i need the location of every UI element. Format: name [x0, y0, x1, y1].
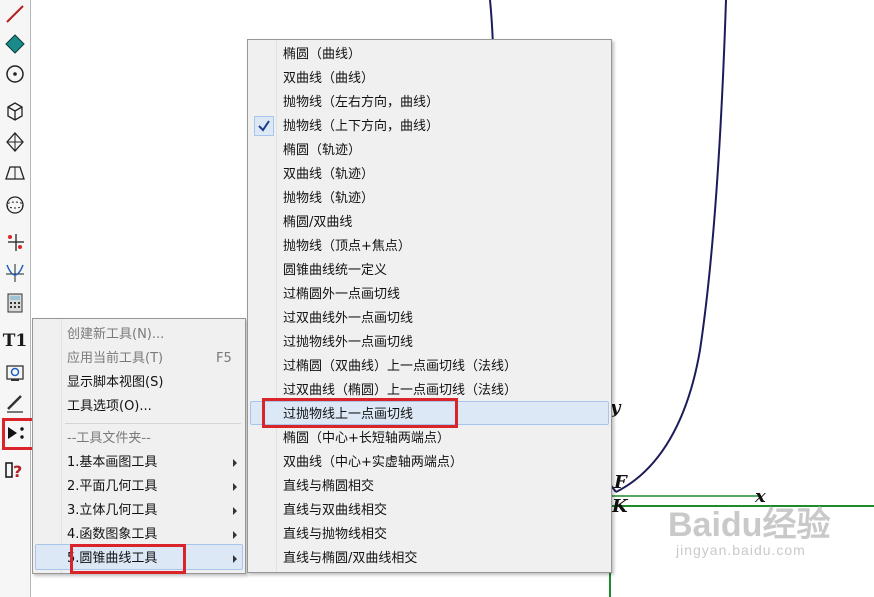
- menu-separator: [65, 423, 241, 424]
- conic-item-ellipse-hyperbola[interactable]: 椭圆/双曲线: [283, 211, 352, 235]
- parabola-tangent-highlight-box: [262, 398, 458, 428]
- menu-item-apply-tool-shortcut: F5: [216, 351, 232, 366]
- conic-item-parabola-external-tangent[interactable]: 过抛物线外一点画切线: [283, 331, 413, 355]
- left-toolbar: T1 ?: [0, 0, 31, 597]
- prism-tool-icon[interactable]: [3, 161, 27, 185]
- watermark-sub: jingyan.baidu.com: [676, 542, 806, 558]
- cube-tool-icon[interactable]: [3, 99, 27, 123]
- conic-item-parabola-locus[interactable]: 抛物线（轨迹）: [283, 187, 374, 211]
- parabola-right-branch: [615, 0, 727, 493]
- menu-item-tool-options[interactable]: 工具选项(O)...: [67, 395, 152, 419]
- conic-item-parabola-vertical[interactable]: 抛物线（上下方向，曲线）: [283, 115, 439, 139]
- menu-item-create-tool[interactable]: 创建新工具(N)...: [67, 323, 164, 347]
- conic-item-line-parabola-intersect[interactable]: 直线与抛物线相交: [283, 523, 387, 547]
- conic-item-hyperbola-locus[interactable]: 双曲线（轨迹）: [283, 163, 374, 187]
- custom-tool-menu: 创建新工具(N)... 应用当前工具(T) F5 显示脚本视图(S) 工具选项(…: [32, 318, 246, 574]
- chevron-right-icon: [233, 507, 237, 515]
- watermark-main: Baidu经验: [668, 506, 831, 544]
- focus-label: F: [614, 472, 627, 493]
- media-tool-icon[interactable]: [3, 360, 27, 384]
- sphere-tool-icon[interactable]: [3, 193, 27, 217]
- checkmark-icon: [254, 116, 274, 136]
- conic-item-ellipse-locus[interactable]: 椭圆（轨迹）: [283, 139, 361, 163]
- conic-item-parabola-vertex-focus[interactable]: 抛物线（顶点+焦点）: [283, 235, 411, 259]
- baidu-watermark: Baidu经验 jingyan.baidu.com: [668, 508, 830, 558]
- coordinate-tool-icon[interactable]: [3, 230, 27, 254]
- menu-gutter: [61, 319, 62, 573]
- circle-tool-icon[interactable]: [3, 62, 27, 86]
- x-axis-label: x: [755, 486, 766, 507]
- conic-item-ellipse-curve[interactable]: 椭圆（曲线）: [283, 43, 361, 67]
- conic-item-hyperbola-curve[interactable]: 双曲线（曲线）: [283, 67, 374, 91]
- menu-item-show-script-view[interactable]: 显示脚本视图(S): [67, 371, 163, 395]
- chevron-right-icon: [233, 555, 237, 563]
- conic-item-hyperbola-center-axes[interactable]: 双曲线（中心+实虚轴两端点）: [283, 451, 463, 475]
- point-tool-icon[interactable]: [3, 32, 27, 56]
- menu-gutter: [276, 40, 277, 572]
- chevron-right-icon: [233, 459, 237, 467]
- conic-tools-menu: 椭圆（曲线） 双曲线（曲线） 抛物线（左右方向，曲线） 抛物线（上下方向，曲线）…: [247, 39, 612, 573]
- conic-item-line-ellipse-intersect[interactable]: 直线与椭圆相交: [283, 475, 374, 499]
- calculator-icon[interactable]: [3, 291, 27, 315]
- conic-item-unified-definition[interactable]: 圆锥曲线统一定义: [283, 259, 387, 283]
- help-label: ?: [13, 462, 22, 481]
- line-tool-icon[interactable]: [3, 2, 27, 26]
- conic-item-hyperbola-external-tangent[interactable]: 过双曲线外一点画切线: [283, 307, 413, 331]
- conic-folder-highlight-box: [70, 544, 186, 574]
- conic-item-line-ellipse-hyperbola-intersect[interactable]: 直线与椭圆/双曲线相交: [283, 547, 417, 571]
- help-icon[interactable]: ?: [3, 458, 27, 482]
- text-tool-icon[interactable]: T1: [3, 329, 27, 353]
- conic-item-ellipse-external-tangent[interactable]: 过椭圆外一点画切线: [283, 283, 400, 307]
- tool-folder-header: --工具文件夹--: [67, 431, 151, 446]
- folder-item-plane-geometry[interactable]: 2.平面几何工具: [67, 475, 157, 499]
- conic-item-ellipse-center-axes[interactable]: 椭圆（中心+长短轴两端点）: [283, 427, 450, 451]
- octahedron-tool-icon[interactable]: [3, 130, 27, 154]
- pen-tool-icon[interactable]: [3, 392, 27, 416]
- menu-item-apply-tool[interactable]: 应用当前工具(T): [67, 347, 163, 371]
- chevron-right-icon: [233, 483, 237, 491]
- folder-item-basic-drawing[interactable]: 1.基本画图工具: [67, 451, 157, 475]
- chevron-right-icon: [233, 531, 237, 539]
- conic-item-line-hyperbola-intersect[interactable]: 直线与双曲线相交: [283, 499, 387, 523]
- conic-item-parabola-horizontal[interactable]: 抛物线（左右方向，曲线）: [283, 91, 439, 115]
- function-tool-icon[interactable]: [3, 260, 27, 284]
- folder-item-solid-geometry[interactable]: 3.立体几何工具: [67, 499, 157, 523]
- point-k-label: K: [612, 496, 628, 517]
- conic-item-ellipse-point-tangent[interactable]: 过椭圆（双曲线）上一点画切线（法线）: [283, 355, 517, 379]
